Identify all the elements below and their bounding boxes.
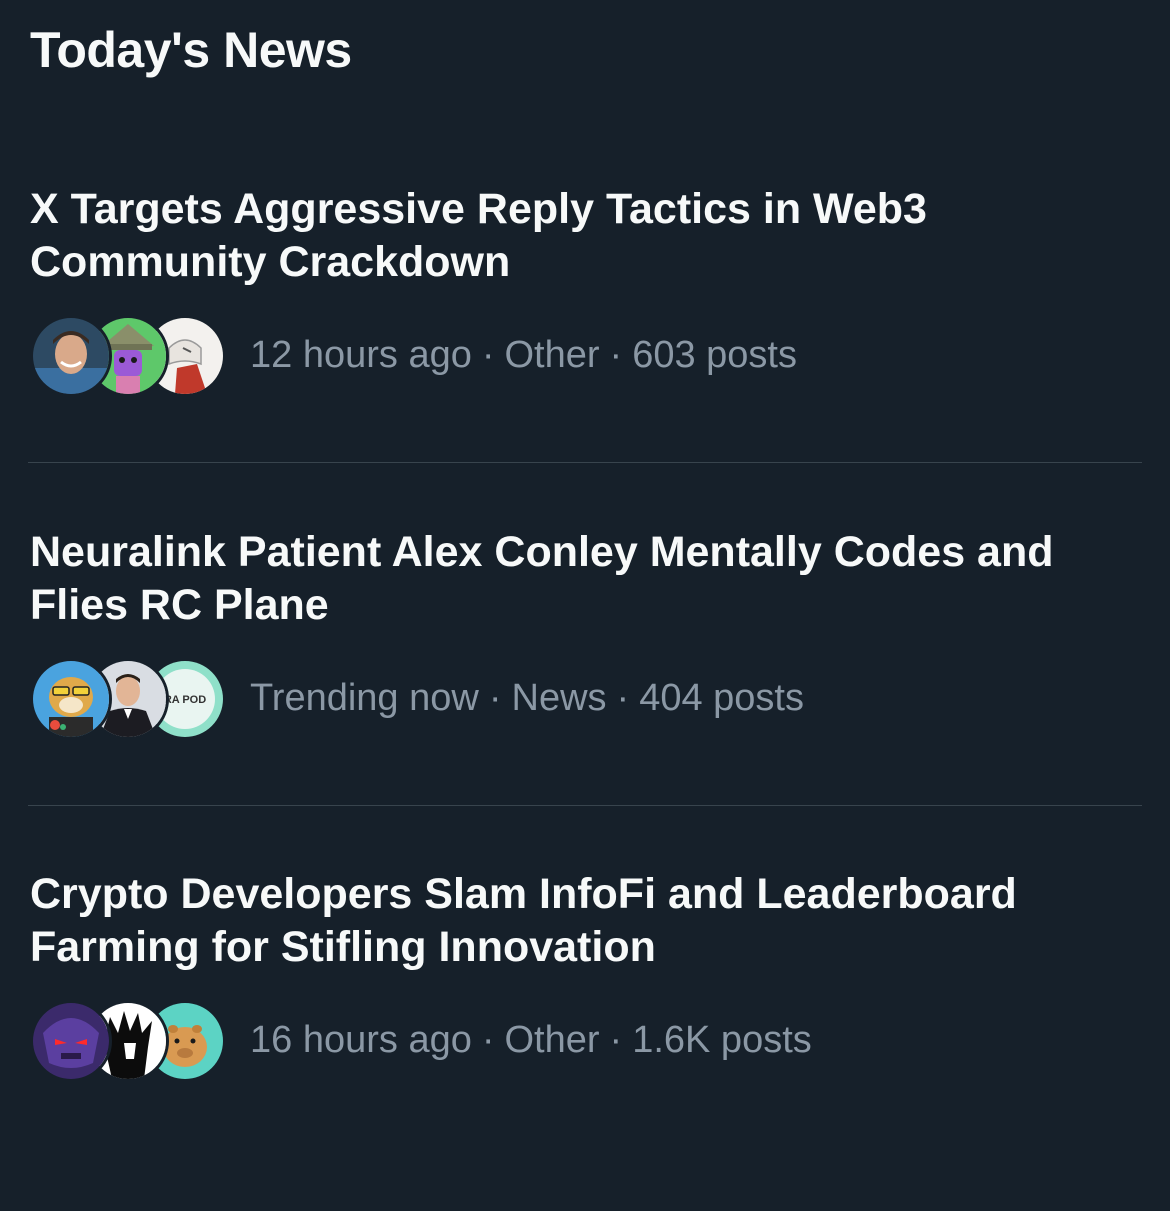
news-meta: 12 hours ago · Other · 603 posts (30, 313, 797, 397)
news-time: Trending now (250, 676, 479, 719)
avatar-group: RA POD (30, 656, 226, 740)
separator: · (481, 333, 495, 376)
news-post-count: 603 posts (632, 333, 797, 376)
news-meta: 16 hours ago · Other · 1.6K posts (30, 998, 812, 1082)
page-title: Today's News (30, 22, 352, 78)
news-post-count: 1.6K posts (632, 1018, 812, 1061)
news-category: News (511, 676, 607, 719)
news-item[interactable]: Neuralink Patient Alex Conley Mentally C… (0, 526, 1170, 869)
news-meta: RA POD Trending now · News · 404 posts (30, 656, 804, 740)
headline-line: Flies RC Plane (30, 581, 329, 629)
doge-painter-avatar (30, 658, 112, 740)
headline-line: Neuralink Patient Alex Conley Mentally C… (30, 528, 1054, 576)
separator: · (609, 1018, 623, 1061)
avatar-logo-text: RA POD (164, 694, 206, 706)
avatar-group (30, 998, 226, 1082)
separator: · (488, 676, 502, 719)
news-time: 16 hours ago (250, 1018, 472, 1061)
news-headline[interactable]: Crypto Developers Slam InfoFi and Leader… (30, 868, 1140, 974)
headline-line: Community Crackdown (30, 238, 511, 286)
avatar-group (30, 313, 226, 397)
red-eyed-warrior-avatar (30, 1000, 112, 1082)
headline-line: Farming for Stifling Innovation (30, 923, 656, 971)
separator: · (481, 1018, 495, 1061)
headline-line: Crypto Developers Slam InfoFi and Leader… (30, 870, 1017, 918)
separator: · (616, 676, 630, 719)
news-item[interactable]: X Targets Aggressive Reply Tactics in We… (0, 183, 1170, 526)
news-item[interactable]: Crypto Developers Slam InfoFi and Leader… (0, 868, 1170, 1211)
headline-line: X Targets Aggressive Reply Tactics in We… (30, 185, 927, 233)
news-category: Other (504, 333, 600, 376)
person-photo-avatar (30, 315, 112, 397)
separator: · (609, 333, 623, 376)
news-time: 12 hours ago (250, 333, 472, 376)
divider (28, 462, 1142, 463)
news-headline[interactable]: X Targets Aggressive Reply Tactics in We… (30, 183, 1140, 289)
news-post-count: 404 posts (639, 676, 804, 719)
news-headline[interactable]: Neuralink Patient Alex Conley Mentally C… (30, 526, 1140, 632)
divider (28, 805, 1142, 806)
news-category: Other (504, 1018, 600, 1061)
